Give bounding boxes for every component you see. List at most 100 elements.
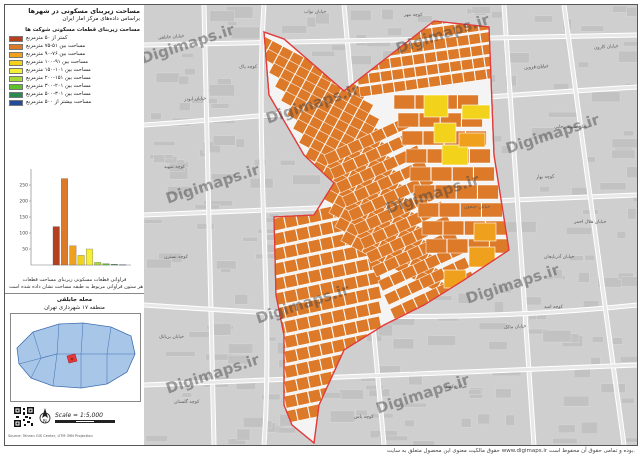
parcel[interactable] (343, 321, 358, 336)
parcel[interactable] (319, 311, 334, 326)
parcel-highlight[interactable] (473, 222, 497, 242)
parcel[interactable] (283, 393, 299, 409)
parcel[interactable] (331, 248, 346, 264)
parcel[interactable] (331, 308, 346, 324)
parcel[interactable] (412, 53, 426, 66)
parcel[interactable] (295, 406, 311, 421)
parcel[interactable] (319, 326, 334, 341)
parcel[interactable] (283, 273, 299, 289)
parcel[interactable] (283, 348, 299, 364)
parcel[interactable] (393, 80, 407, 93)
parcel[interactable] (307, 373, 323, 389)
parcel[interactable] (393, 94, 415, 110)
parcel[interactable] (400, 54, 414, 67)
parcel[interactable] (368, 71, 382, 84)
parcel[interactable] (401, 130, 423, 146)
parcel-highlight[interactable] (433, 122, 457, 144)
parcel[interactable] (437, 61, 451, 74)
parcel[interactable] (447, 48, 461, 61)
parcel[interactable] (404, 78, 418, 91)
parcel[interactable] (355, 258, 370, 274)
parcel[interactable] (319, 251, 334, 266)
parcel[interactable] (428, 75, 441, 88)
parcel[interactable] (367, 285, 382, 301)
parcel-highlight[interactable] (441, 144, 469, 166)
parcel[interactable] (307, 268, 323, 284)
parcel[interactable] (295, 316, 311, 331)
parcel[interactable] (409, 166, 431, 182)
parcel[interactable] (355, 318, 370, 334)
parcel-highlight[interactable] (458, 132, 486, 148)
parcel[interactable] (307, 328, 323, 344)
parcel[interactable] (307, 253, 323, 269)
parcel[interactable] (462, 70, 476, 83)
parcel[interactable] (367, 300, 382, 316)
parcel[interactable] (319, 356, 334, 371)
parcel[interactable] (474, 68, 488, 81)
parcel[interactable] (355, 303, 370, 319)
parcel[interactable] (295, 331, 311, 346)
parcel[interactable] (295, 241, 311, 256)
parcel[interactable] (295, 346, 311, 361)
parcel[interactable] (295, 391, 311, 406)
parcel[interactable] (283, 243, 299, 259)
parcel[interactable] (458, 46, 472, 59)
parcel[interactable] (397, 112, 419, 128)
parcel[interactable] (307, 343, 323, 359)
parcel[interactable] (405, 148, 427, 164)
parcel[interactable] (426, 63, 439, 76)
parcel[interactable] (319, 266, 334, 281)
parcel[interactable] (416, 77, 430, 90)
parcel[interactable] (469, 148, 491, 164)
parcel-highlight[interactable] (423, 94, 449, 118)
parcel[interactable] (402, 66, 416, 79)
parcel[interactable] (319, 341, 334, 356)
parcel[interactable] (439, 202, 461, 218)
parcel[interactable] (283, 318, 299, 334)
parcel[interactable] (319, 236, 334, 251)
parcel[interactable] (447, 238, 469, 254)
parcel[interactable] (307, 223, 323, 239)
parcel[interactable] (370, 83, 384, 96)
parcel-highlight[interactable] (461, 104, 491, 120)
parcel[interactable] (389, 56, 403, 69)
parcel[interactable] (439, 73, 453, 86)
parcel[interactable] (331, 323, 346, 339)
parcel[interactable] (283, 333, 299, 349)
parcel[interactable] (295, 271, 311, 286)
parcel[interactable] (355, 288, 370, 304)
parcel[interactable] (355, 273, 370, 289)
parcel[interactable] (468, 32, 482, 45)
parcel[interactable] (460, 58, 474, 71)
parcel[interactable] (307, 358, 323, 374)
parcel[interactable] (424, 51, 437, 64)
parcel[interactable] (343, 261, 358, 276)
parcel[interactable] (307, 313, 323, 329)
parcel[interactable] (295, 376, 311, 391)
parcel[interactable] (391, 68, 405, 81)
parcel[interactable] (421, 220, 443, 236)
parcel[interactable] (283, 363, 299, 379)
parcel[interactable] (283, 228, 299, 244)
parcel[interactable] (379, 69, 393, 82)
parcel[interactable] (295, 256, 311, 271)
parcel[interactable] (470, 44, 484, 57)
parcel[interactable] (331, 263, 346, 279)
parcel[interactable] (435, 49, 449, 62)
parcel[interactable] (472, 56, 486, 69)
map-canvas[interactable]: خیابان جابلقی خیابان ابوذر کوچه شهید خیابان… (144, 5, 637, 445)
parcel[interactable] (295, 226, 311, 241)
parcel[interactable] (307, 238, 323, 254)
parcel[interactable] (307, 388, 323, 404)
parcel[interactable] (319, 221, 334, 236)
parcel[interactable] (425, 238, 447, 254)
parcel[interactable] (449, 60, 463, 73)
parcel[interactable] (283, 378, 299, 394)
parcel[interactable] (451, 72, 465, 85)
parcel[interactable] (343, 306, 358, 321)
parcel[interactable] (414, 65, 428, 78)
parcel[interactable] (295, 361, 311, 376)
parcel[interactable] (381, 81, 395, 94)
parcel[interactable] (283, 258, 299, 274)
parcel[interactable] (443, 220, 465, 236)
